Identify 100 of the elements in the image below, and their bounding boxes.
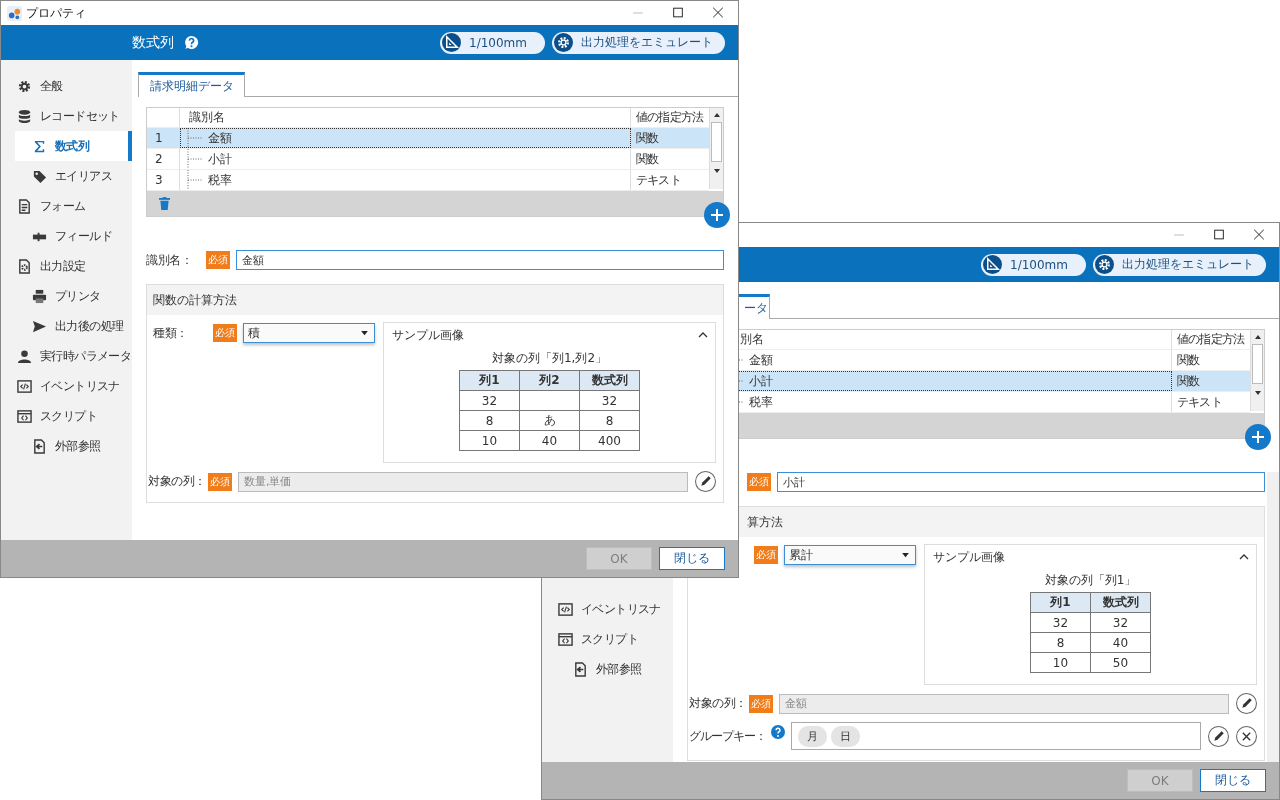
kind-dropdown[interactable]: 累計 (784, 545, 916, 565)
edit-button[interactable] (1208, 725, 1229, 747)
sidebar-item[interactable]: スクリプト (542, 624, 673, 654)
add-button[interactable] (1245, 424, 1271, 450)
required-badge: 必須 (754, 546, 778, 564)
table-cell: 32 (579, 390, 640, 411)
sidebar-item[interactable]: イベントリスナ (542, 594, 673, 624)
required-badge: 必須 (206, 251, 230, 269)
field-label: 識別名： (146, 252, 192, 267)
sidebar-item[interactable]: フォーム (1, 191, 132, 221)
chevron-icon[interactable] (1239, 554, 1249, 560)
close-button[interactable]: 閉じる (659, 547, 725, 570)
table-cell: 税率 (749, 393, 773, 411)
column-header: 値の指定方法 (635, 109, 705, 126)
sigma-icon (32, 138, 47, 154)
table-cell: 関数 (636, 150, 659, 168)
table-row[interactable]: 1 金額 関数 (147, 128, 709, 149)
table-cell: 8 (459, 410, 520, 431)
table-cell: 10 (459, 430, 520, 451)
column-header: 数式列 (579, 370, 640, 391)
column-header: 数式列 (1090, 592, 1151, 613)
trash-icon[interactable] (159, 197, 170, 210)
unit-button[interactable]: 1/100mm (981, 253, 1086, 276)
sidebar-item[interactable]: 全般 (1, 71, 132, 101)
table-cell: 8 (579, 410, 640, 431)
required-badge: 必須 (747, 473, 771, 491)
sidebar-item[interactable]: 外部参照 (542, 654, 673, 684)
key-chip[interactable]: 日 (831, 725, 860, 747)
row-number: 1 (155, 131, 163, 145)
row-number: 3 (155, 173, 163, 187)
table-cell: 40 (519, 430, 580, 451)
group-key-field[interactable]: 月 日 (791, 722, 1201, 750)
table-cell: 400 (579, 430, 640, 451)
table-cell: 10 (1030, 652, 1091, 673)
sidebar-item[interactable]: 出力設定 (1, 251, 132, 281)
field-label: 対象の列： (689, 696, 747, 710)
row-number: 2 (155, 152, 163, 166)
sample-caption: 対象の列「列1」 (1044, 572, 1137, 589)
sidebar-item[interactable]: 外部参照 (1, 431, 132, 461)
clear-button[interactable] (1236, 725, 1257, 747)
table-cell: 32 (1090, 612, 1151, 633)
table-cell: 関数 (1177, 351, 1200, 369)
panel-title: サンプル画像 (392, 326, 464, 344)
code-window-icon (558, 601, 573, 617)
unit-button[interactable]: 1/100mm (440, 31, 545, 54)
sidebar-item[interactable]: レコードセット (1, 101, 132, 131)
table-cell: 小計 (749, 372, 773, 390)
key-chip[interactable]: 月 (798, 725, 827, 747)
scrollbar[interactable] (709, 108, 723, 189)
column-header: 列1 (459, 370, 520, 391)
table-cell: 金額 (208, 129, 232, 147)
edit-button[interactable] (695, 471, 716, 492)
name-input[interactable]: 小計 (777, 472, 1265, 492)
table-row[interactable]: 2 小計 関数 (147, 149, 709, 170)
help-icon[interactable] (184, 35, 199, 50)
scrollbar[interactable] (1267, 472, 1279, 762)
column-header: 値の指定方法 (1176, 331, 1246, 348)
document-arrow-icon (32, 438, 47, 454)
name-input[interactable]: 金額 (236, 250, 724, 270)
emulate-button[interactable]: 出力処理をエミュレート (1093, 253, 1266, 276)
caret-icon (902, 552, 909, 558)
tag-icon (32, 168, 47, 184)
help-icon[interactable] (771, 725, 785, 739)
gear-icon (554, 33, 573, 52)
table-cell: 50 (1090, 652, 1151, 673)
close-button[interactable]: 閉じる (1200, 769, 1266, 792)
tab[interactable]: 請求明細データ (138, 72, 245, 97)
column-header: 列1 (1030, 592, 1091, 613)
table-cell: 32 (1030, 612, 1091, 633)
required-badge: 必須 (749, 694, 773, 713)
scrollbar[interactable] (1250, 330, 1264, 411)
sidebar-item[interactable]: 実行時パラメータ (1, 341, 132, 371)
sidebar-item[interactable]: エイリアス (1, 161, 132, 191)
caret-icon (361, 330, 368, 336)
panel-title: サンプル画像 (933, 548, 1005, 566)
kind-dropdown[interactable]: 積 (243, 323, 375, 343)
window-title: プロパティ (26, 4, 86, 22)
table-cell: テキスト (1177, 393, 1222, 411)
add-button[interactable] (704, 202, 730, 228)
sidebar-item[interactable]: プリンタ (1, 281, 132, 311)
sidebar-item[interactable]: イベントリスナ (1, 371, 132, 401)
sidebar-item[interactable]: 出力後の処理 (1, 311, 132, 341)
sidebar-item[interactable]: スクリプト (1, 401, 132, 431)
field-label: グループキー： (689, 728, 766, 743)
required-badge: 必須 (213, 324, 237, 342)
chevron-icon[interactable] (698, 332, 708, 338)
emulate-button[interactable]: 出力処理をエミュレート (552, 31, 725, 54)
code-window-icon (17, 378, 32, 394)
document-arrow-icon (573, 661, 588, 677)
table-cell: あ (519, 410, 580, 431)
table-cell: 関数 (1177, 372, 1200, 390)
table-cell: 税率 (208, 171, 232, 189)
sidebar-item[interactable]: フィールド (1, 221, 132, 251)
sidebar-item[interactable]: 数式列 (15, 131, 132, 161)
table-cell: 8 (1030, 632, 1091, 653)
column-header: 列2 (519, 370, 580, 391)
triangle-ruler-icon (442, 33, 462, 52)
document-gear-icon (17, 258, 32, 274)
edit-button[interactable] (1236, 693, 1257, 714)
required-badge: 必須 (208, 472, 232, 491)
